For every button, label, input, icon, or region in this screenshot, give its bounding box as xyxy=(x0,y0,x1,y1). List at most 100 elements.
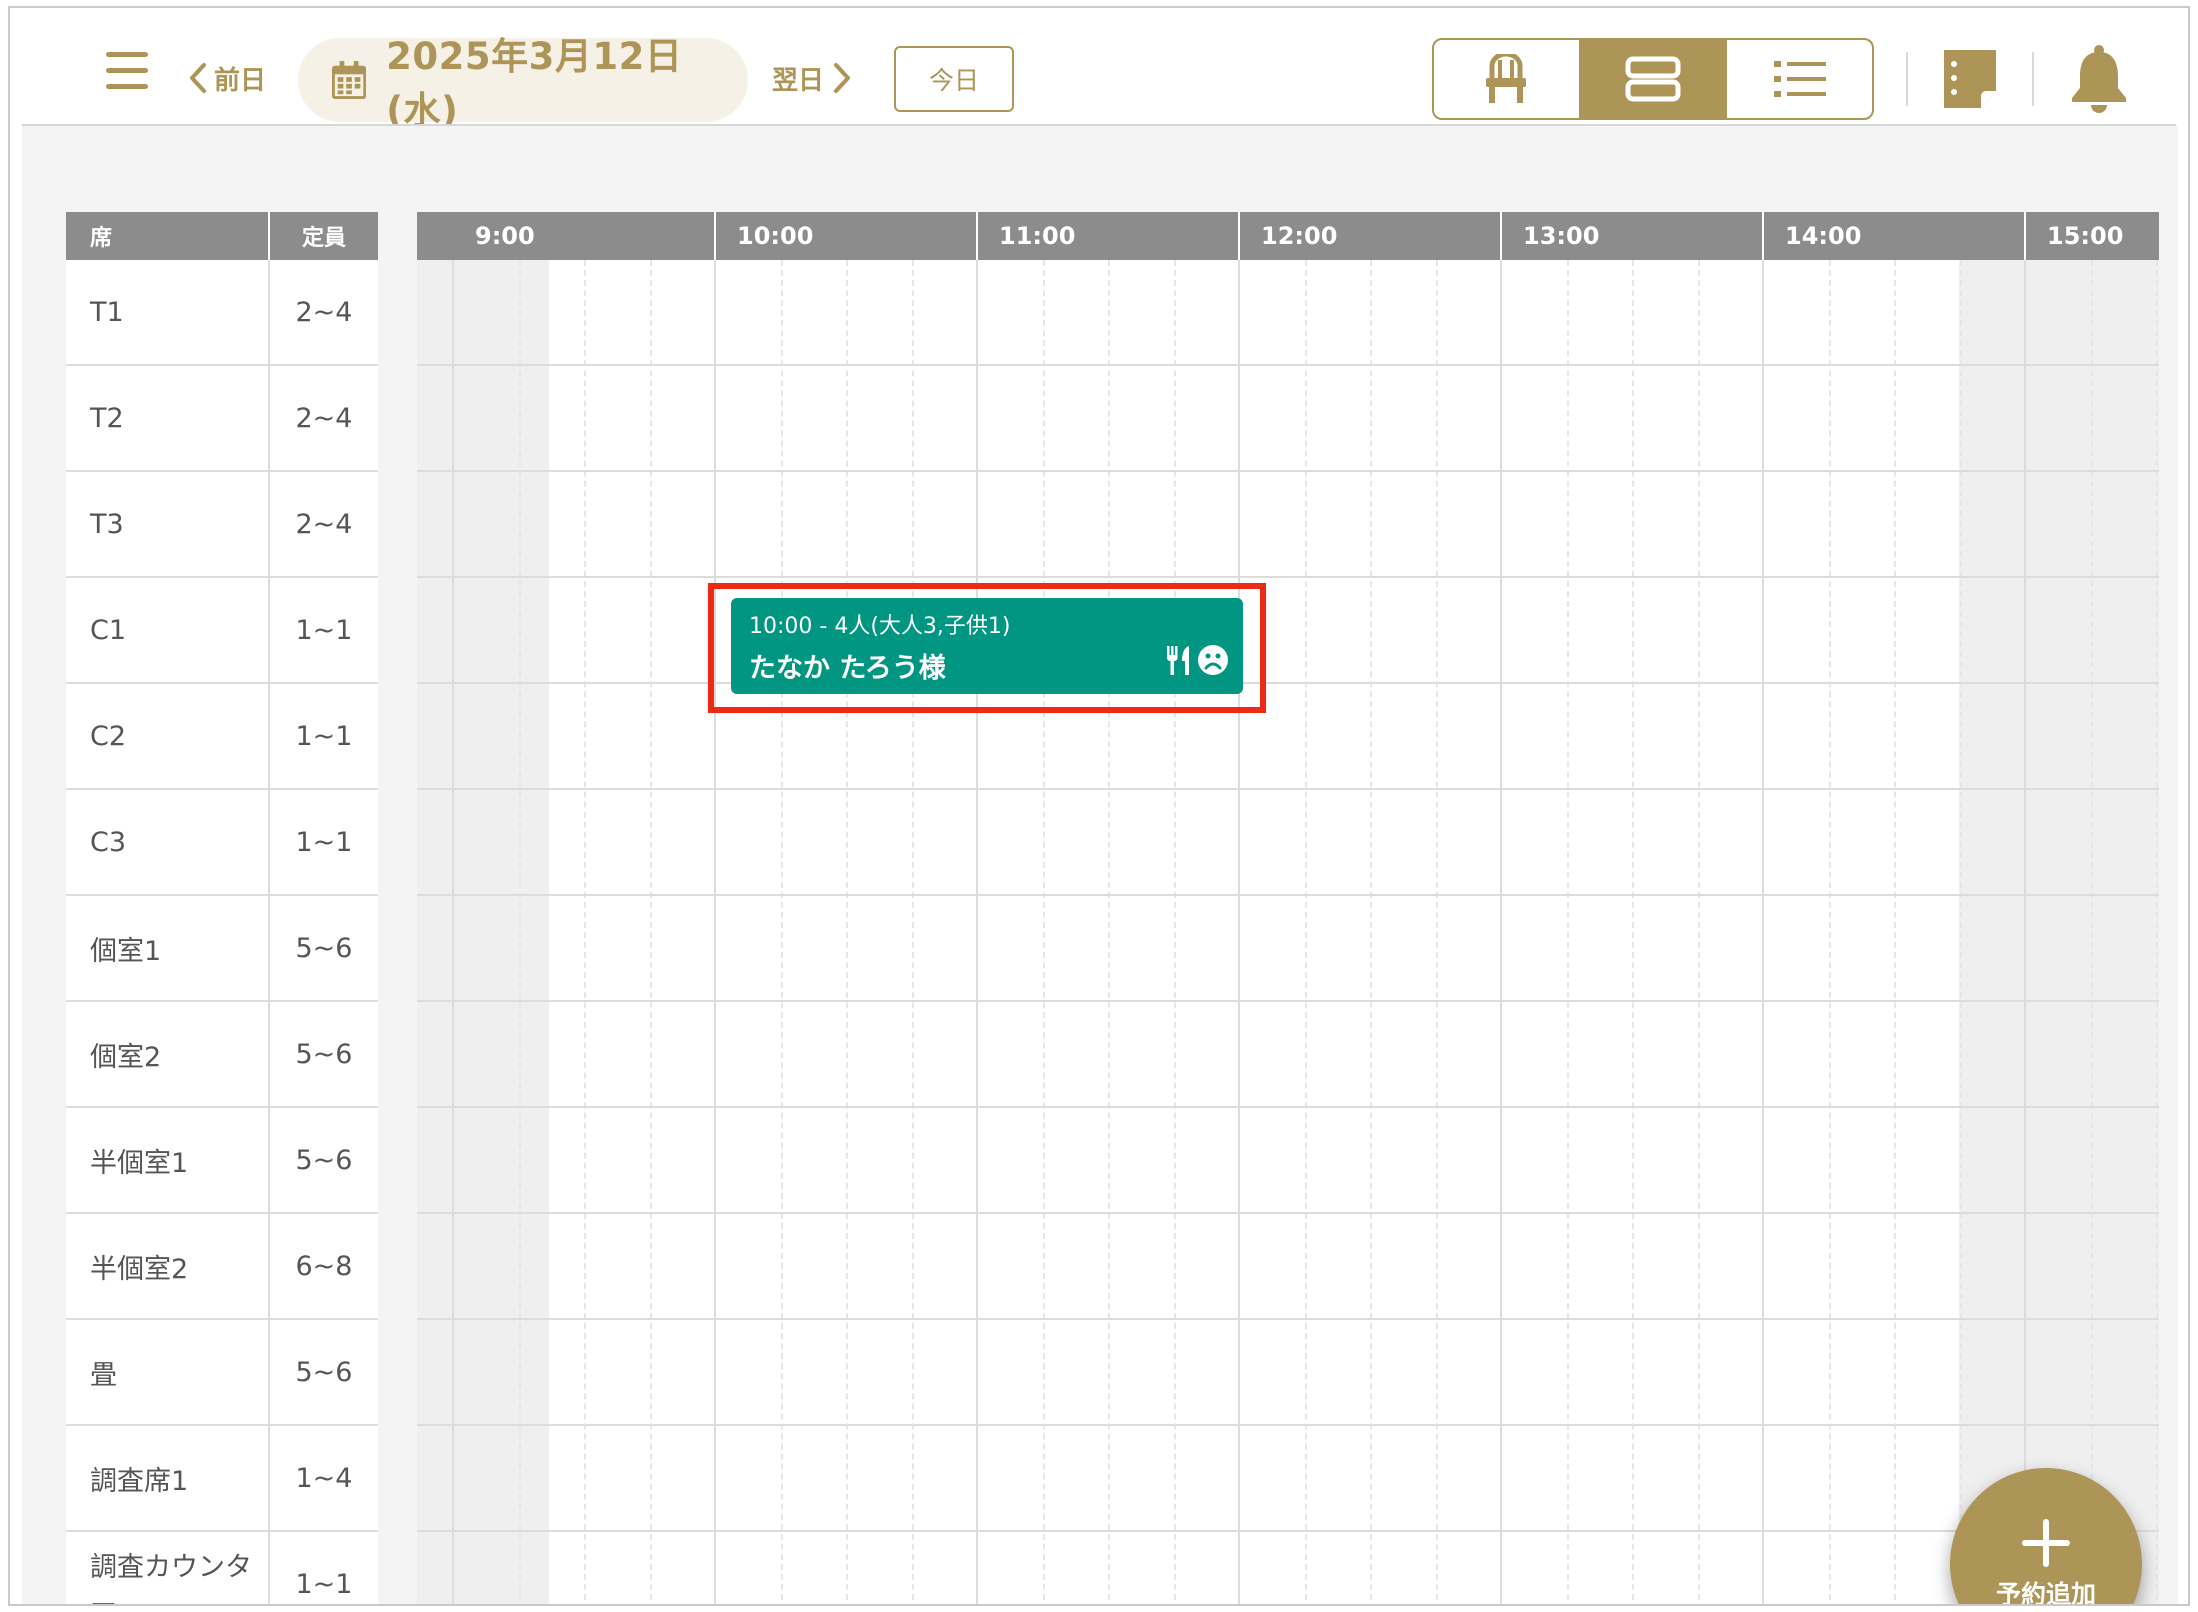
hour-label: 15:00 xyxy=(2047,222,2124,250)
time-header: 9:00 10:00 11:00 12:00 13:00 14:00 15:00 xyxy=(417,212,2159,260)
prev-day-label: 前日 xyxy=(214,65,267,96)
seat-column-header: 席 xyxy=(66,212,270,260)
date-picker[interactable]: 2025年3月12日 (水) xyxy=(298,35,748,132)
seat-row[interactable]: C2 1~1 xyxy=(66,684,378,790)
hour-gridline xyxy=(452,260,454,1604)
next-day-button[interactable]: 翌日 xyxy=(772,58,852,98)
seat-capacity: 1~4 xyxy=(295,1462,353,1494)
next-day-label: 翌日 xyxy=(772,65,825,96)
memo-icon xyxy=(1944,50,1996,108)
notification-button[interactable] xyxy=(2068,44,2130,114)
quarter-gridline xyxy=(649,260,652,1604)
seat-row[interactable]: T3 2~4 xyxy=(66,472,378,578)
timeline-grid: 9:00 10:00 11:00 12:00 13:00 14:00 15:00 xyxy=(417,212,2159,1604)
reservation-summary: 10:00 - 4人(大人3,子供1) xyxy=(749,614,1011,639)
row-gridline xyxy=(417,1318,2159,1320)
prev-day-button[interactable]: 前日 xyxy=(188,58,266,98)
toolbar-divider xyxy=(2032,52,2034,106)
row-gridline xyxy=(417,682,2159,684)
timeline-icon xyxy=(1625,56,1681,102)
quarter-gridline xyxy=(518,260,521,1604)
hour-tick xyxy=(1500,212,1502,260)
hour-label: 11:00 xyxy=(999,222,1076,250)
add-reservation-label: 予約追加 xyxy=(1995,1580,2096,1606)
row-gridline xyxy=(417,1530,2159,1532)
seat-name: C1 xyxy=(66,578,270,682)
quarter-gridline xyxy=(1304,260,1307,1604)
view-switcher xyxy=(1432,38,1874,120)
seat-capacity: 1~1 xyxy=(295,720,353,752)
quarter-gridline xyxy=(1435,260,1438,1604)
row-gridline xyxy=(417,1212,2159,1214)
hour-label: 13:00 xyxy=(1523,222,1600,250)
calendar-icon xyxy=(332,61,367,99)
seat-row[interactable]: 調査席1 1~4 xyxy=(66,1426,378,1532)
quarter-gridline xyxy=(1370,260,1372,1604)
seat-name: T1 xyxy=(66,260,270,364)
timeline-body[interactable] xyxy=(417,260,2159,1604)
row-gridline xyxy=(417,788,2159,790)
hour-tick xyxy=(976,212,978,260)
row-gridline xyxy=(417,894,2159,896)
chair-icon xyxy=(1486,54,1527,103)
quarter-gridline xyxy=(1042,260,1045,1604)
seat-rows: T1 2~4 T2 2~4 T3 2~4 C1 1~1 C2 1~1 C3 1~1 個室1 5~6 個室2 5… xyxy=(66,260,378,1604)
quarter-gridline xyxy=(911,260,914,1604)
timeline-view-button[interactable] xyxy=(1578,40,1726,118)
seat-name: 調査席1 xyxy=(66,1426,270,1530)
sad-face-icon xyxy=(1198,645,1228,675)
chevron-left-icon xyxy=(190,63,206,93)
list-icon xyxy=(1773,61,1826,97)
seat-name: 個室2 xyxy=(66,1002,270,1106)
hour-gridline xyxy=(2024,260,2026,1604)
memo-button[interactable] xyxy=(1940,48,2000,110)
seat-capacity: 5~6 xyxy=(295,1038,353,1070)
quarter-gridline xyxy=(1108,260,1110,1604)
list-view-button[interactable] xyxy=(1725,40,1872,118)
quarter-gridline xyxy=(780,260,783,1604)
seat-name: C3 xyxy=(66,790,270,894)
seat-row[interactable]: 個室1 5~6 xyxy=(66,896,378,1002)
seat-table-header: 席 定員 xyxy=(66,212,378,260)
seat-name: 畳 xyxy=(66,1320,270,1424)
bell-icon xyxy=(2072,45,2126,113)
plus-icon xyxy=(2022,1519,2070,1567)
hour-gridline xyxy=(1762,260,1764,1604)
menu-button[interactable] xyxy=(106,52,152,92)
hour-label: 9:00 xyxy=(475,222,535,250)
seat-capacity: 2~4 xyxy=(295,508,353,540)
timeline-view: 席 定員 T1 2~4 T2 2~4 T3 2~4 C1 1~1 C2 1~1 C3 1~1 個室1 5~… xyxy=(22,126,2178,1606)
seat-row[interactable]: 畳 5~6 xyxy=(66,1320,378,1426)
hour-label: 14:00 xyxy=(1785,222,1862,250)
hour-tick xyxy=(1238,212,1240,260)
reservation-icons xyxy=(1165,644,1229,676)
hour-gridline xyxy=(714,260,716,1604)
seat-row[interactable]: 半個室2 6~8 xyxy=(66,1214,378,1320)
seat-row[interactable]: 個室2 5~6 xyxy=(66,1002,378,1108)
toolbar: 前日 2025年3月12日 (水) 翌日 今日 xyxy=(10,8,2188,132)
today-button[interactable]: 今日 xyxy=(894,46,1014,112)
hour-tick xyxy=(1762,212,1764,260)
cutlery-icon xyxy=(1167,646,1189,675)
current-date: 2025年3月12日 (水) xyxy=(386,35,683,132)
row-gridline xyxy=(417,470,2159,472)
row-gridline xyxy=(417,1424,2159,1426)
closed-hours-shade xyxy=(1959,260,2159,1604)
reservation-card[interactable]: 10:00 - 4人(大人3,子供1) たなか たろう様 xyxy=(731,598,1243,694)
seat-row[interactable]: C3 1~1 xyxy=(66,790,378,896)
reservation-guest-name: たなか たろう様 xyxy=(749,653,946,684)
seat-row[interactable]: C1 1~1 xyxy=(66,578,378,684)
seat-name: 半個室2 xyxy=(66,1214,270,1318)
seat-row[interactable]: 調査カウンター 1~1 xyxy=(66,1532,378,1604)
seat-row[interactable]: T1 2~4 xyxy=(66,260,378,366)
quarter-gridline xyxy=(846,260,848,1604)
capacity-column-header: 定員 xyxy=(301,226,346,251)
seat-row[interactable]: T2 2~4 xyxy=(66,366,378,472)
hour-label: 12:00 xyxy=(1261,222,1338,250)
seat-view-button[interactable] xyxy=(1434,40,1579,118)
seat-name: T2 xyxy=(66,366,270,470)
quarter-gridline xyxy=(1959,260,1962,1604)
quarter-gridline xyxy=(1173,260,1176,1604)
seat-row[interactable]: 半個室1 5~6 xyxy=(66,1108,378,1214)
seat-capacity: 2~4 xyxy=(295,402,353,434)
